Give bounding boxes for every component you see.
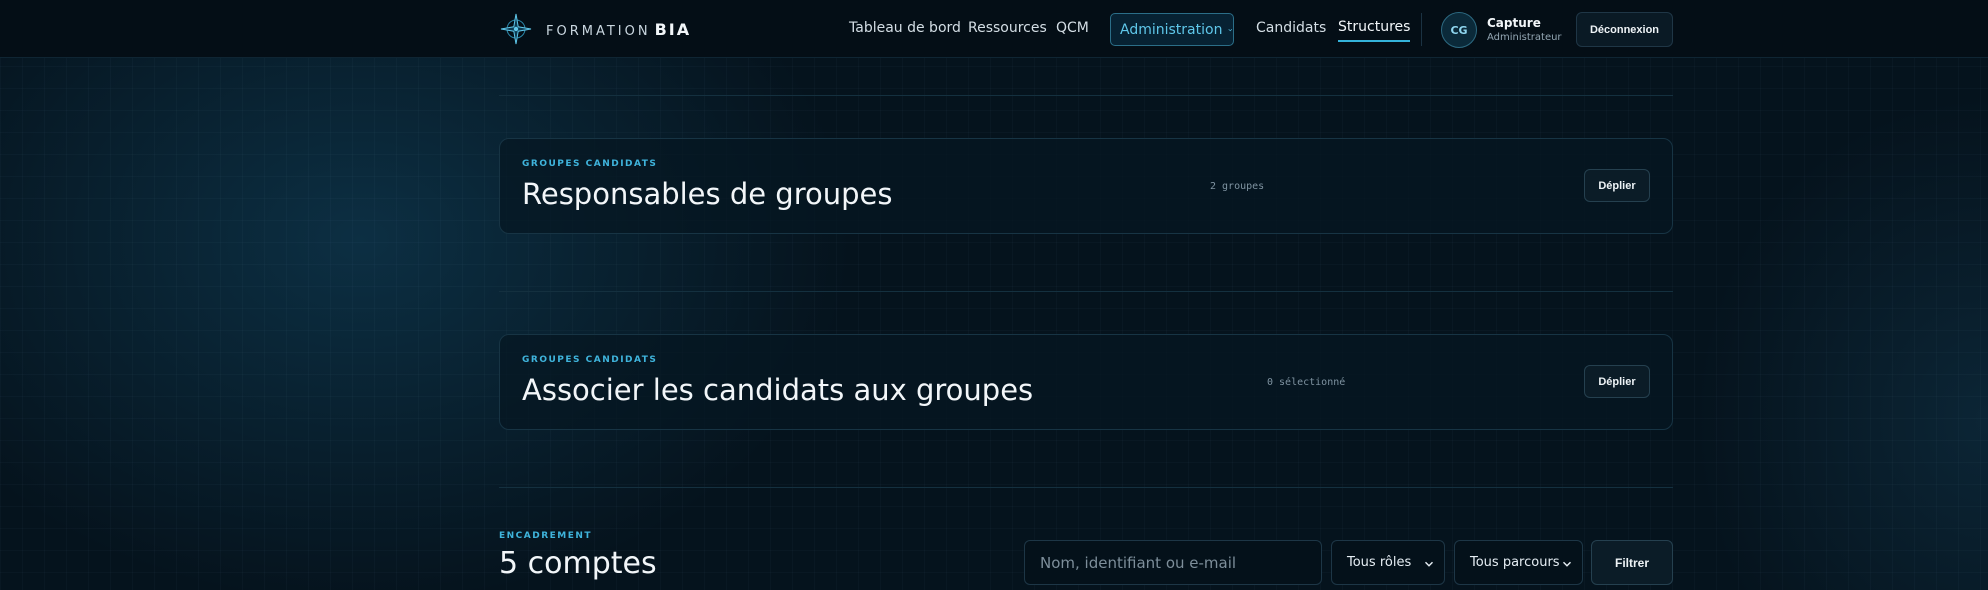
filter-button[interactable]: Filtrer <box>1591 540 1673 585</box>
card-selection-count: 0 sélectionné <box>1267 377 1346 388</box>
expand-button[interactable]: Déplier <box>1584 169 1650 202</box>
top-navigation: FORMATION BIA Tableau de bord Ressources … <box>0 0 1988 58</box>
role-filter-value: Tous rôles <box>1347 555 1412 570</box>
card-associate-candidates: GROUPES CANDIDATS Associer les candidats… <box>499 334 1673 430</box>
nav-divider <box>1421 13 1422 46</box>
compass-star-icon <box>500 13 532 45</box>
card-eyebrow: GROUPES CANDIDATS <box>522 159 658 169</box>
role-filter-select[interactable]: Tous rôles <box>1331 540 1445 585</box>
user-role: Administrateur <box>1487 32 1562 43</box>
chevron-down-icon <box>1562 561 1572 567</box>
nav-administration-dropdown[interactable]: Administration <box>1110 13 1234 46</box>
card-eyebrow: GROUPES CANDIDATS <box>522 355 658 365</box>
nav-administration-label: Administration <box>1120 21 1223 38</box>
nav-tableau-de-bord[interactable]: Tableau de bord <box>849 20 961 36</box>
card-count: 2 groupes <box>1210 181 1265 192</box>
chevron-down-icon <box>1424 561 1434 567</box>
section-divider <box>499 95 1673 96</box>
nav-ressources[interactable]: Ressources <box>968 20 1047 36</box>
nav-candidats[interactable]: Candidats <box>1256 20 1326 36</box>
chevron-down-icon <box>1228 28 1233 31</box>
card-group-managers: GROUPES CANDIDATS Responsables de groupe… <box>499 138 1673 234</box>
brand-logo[interactable]: FORMATION BIA <box>500 13 691 45</box>
brand-title: BIA <box>654 19 692 39</box>
path-filter-value: Tous parcours <box>1470 555 1560 570</box>
nav-qcm[interactable]: QCM <box>1056 20 1089 36</box>
nav-structures[interactable]: Structures <box>1338 19 1411 42</box>
brand-name: FORMATION BIA <box>546 20 691 39</box>
card-title: Responsables de groupes <box>522 177 893 211</box>
user-name: Capture <box>1487 16 1541 30</box>
search-input[interactable] <box>1024 540 1322 585</box>
section-divider <box>499 291 1673 292</box>
background-grid <box>0 0 1988 590</box>
logout-button[interactable]: Déconnexion <box>1576 12 1673 47</box>
section-title: 5 comptes <box>499 546 657 581</box>
avatar[interactable]: CG <box>1441 12 1477 48</box>
card-title: Associer les candidats aux groupes <box>522 373 1034 407</box>
path-filter-select[interactable]: Tous parcours <box>1454 540 1583 585</box>
section-divider <box>499 487 1673 488</box>
section-eyebrow: ENCADREMENT <box>499 531 593 541</box>
expand-button[interactable]: Déplier <box>1584 365 1650 398</box>
brand-prefix: FORMATION <box>546 23 651 39</box>
